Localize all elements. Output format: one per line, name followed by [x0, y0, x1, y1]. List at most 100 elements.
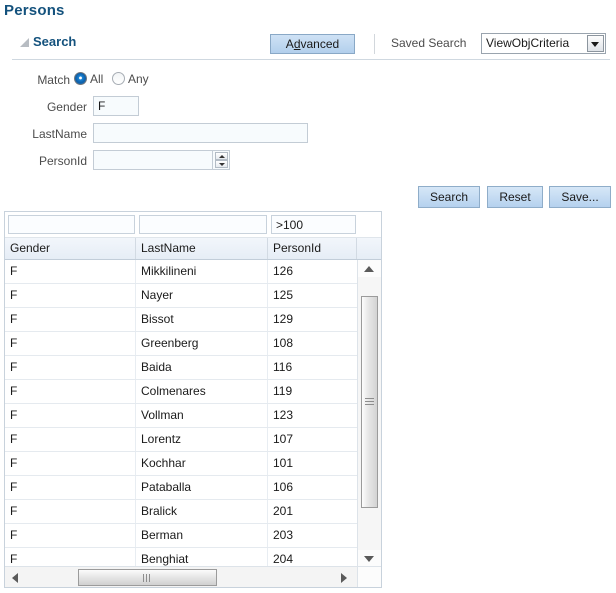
- table-row[interactable]: F Colmenares 119: [5, 380, 357, 404]
- toolbar-separator: [374, 34, 375, 54]
- table-row[interactable]: F Benghiat 204: [5, 548, 357, 567]
- table-cell: F: [5, 332, 136, 355]
- radio-match-all-label: All: [90, 72, 104, 86]
- chevron-down-icon[interactable]: [587, 35, 604, 52]
- table-cell: Lorentz: [136, 428, 268, 451]
- gender-input[interactable]: [93, 96, 139, 116]
- advanced-button-mnemonic: d: [293, 37, 301, 51]
- table-body: F Mikkilineni 126 F Nayer 125 F Bissot 129 F Green…: [5, 260, 357, 567]
- table-cell: 129: [273, 312, 294, 326]
- table-row[interactable]: F Mikkilineni 126: [5, 260, 357, 284]
- table-cell: F: [5, 380, 136, 403]
- table-row[interactable]: F Berman 203: [5, 524, 357, 548]
- filter-input-gender[interactable]: [8, 215, 135, 234]
- table-cell: Vollman: [136, 404, 268, 427]
- table-row[interactable]: F Baida 116: [5, 356, 357, 380]
- table-cell: 119: [273, 384, 293, 398]
- triangle-collapse-icon[interactable]: [20, 38, 29, 47]
- saved-search-value: ViewObjCriteria: [486, 36, 570, 50]
- table-cell: Colmenares: [136, 380, 268, 403]
- filter-input-personid[interactable]: [271, 215, 356, 234]
- table-cell: Mikkilineni: [136, 260, 268, 283]
- table-cell: F: [5, 524, 136, 547]
- search-panel-header: Search Advanced Saved Search ViewObjCrit…: [0, 30, 616, 58]
- personid-input[interactable]: [93, 150, 213, 170]
- table-cell: F: [5, 500, 136, 523]
- table-cell: 106: [273, 480, 294, 494]
- scroll-right-icon[interactable]: [335, 567, 353, 587]
- table-cell: 123: [273, 408, 294, 422]
- header-divider: [12, 59, 610, 60]
- table-cell: F: [5, 356, 136, 379]
- saved-search-select[interactable]: ViewObjCriteria: [481, 33, 606, 54]
- table-cell: F: [5, 428, 136, 451]
- match-label: Match: [37, 73, 70, 87]
- table-row[interactable]: F Bissot 129: [5, 308, 357, 332]
- horizontal-scrollbar[interactable]: [5, 566, 357, 587]
- table-row[interactable]: F Kochhar 101: [5, 452, 357, 476]
- table-cell: F: [5, 260, 136, 283]
- vertical-scrollbar[interactable]: [357, 260, 381, 567]
- table-header-row: Gender LastName PersonId: [5, 238, 381, 260]
- scroll-left-icon[interactable]: [7, 567, 25, 587]
- column-header-personid[interactable]: PersonId: [268, 238, 357, 259]
- table-cell: Greenberg: [136, 332, 268, 355]
- table-cell: F: [5, 548, 136, 567]
- reset-button[interactable]: Reset: [487, 186, 543, 208]
- table-row[interactable]: F Bralick 201: [5, 500, 357, 524]
- table-row[interactable]: F Greenberg 108: [5, 332, 357, 356]
- table-cell: 201: [273, 504, 294, 518]
- gender-label: Gender: [46, 100, 87, 114]
- table-filter-row: [5, 212, 381, 238]
- table-cell: Berman: [136, 524, 268, 547]
- radio-match-any-label: Any: [128, 72, 149, 86]
- table-cell: 101: [273, 456, 294, 470]
- table-cell: Pataballa: [136, 476, 268, 499]
- table-cell: F: [5, 452, 136, 475]
- table-cell: 107: [273, 432, 294, 446]
- table-cell: 116: [273, 360, 293, 374]
- save-button[interactable]: Save...: [549, 186, 611, 208]
- horizontal-scroll-thumb[interactable]: [78, 569, 217, 586]
- search-button[interactable]: Search: [418, 186, 480, 208]
- table-cell: F: [5, 404, 136, 427]
- table-cell: Baida: [136, 356, 268, 379]
- lastname-input[interactable]: [93, 123, 308, 143]
- table-row[interactable]: F Nayer 125: [5, 284, 357, 308]
- table-cell: 125: [273, 288, 294, 302]
- table-row[interactable]: F Vollman 123: [5, 404, 357, 428]
- radio-match-all[interactable]: [74, 72, 87, 85]
- table-cell: Benghiat: [136, 548, 268, 567]
- personid-stepper[interactable]: [213, 150, 230, 170]
- table-cell: F: [5, 308, 136, 331]
- table-scroll-corner: [357, 566, 381, 587]
- table-cell: Nayer: [136, 284, 268, 307]
- personid-label: PersonId: [38, 154, 87, 168]
- vertical-scroll-thumb[interactable]: [361, 296, 378, 508]
- saved-search-label: Saved Search: [391, 36, 467, 50]
- advanced-button-label-pre: A: [285, 37, 294, 51]
- advanced-button-label-post: vanced: [300, 37, 340, 51]
- column-header-lastname[interactable]: LastName: [136, 238, 268, 259]
- stepper-down-icon[interactable]: [215, 160, 228, 168]
- stepper-up-icon[interactable]: [215, 152, 228, 160]
- advanced-button[interactable]: Advanced: [270, 34, 355, 54]
- search-panel-title: Search: [33, 34, 77, 49]
- vertical-scroll-track[interactable]: [358, 277, 381, 550]
- table-cell: 204: [273, 552, 294, 566]
- table-cell: F: [5, 476, 136, 499]
- column-header-gender[interactable]: Gender: [5, 238, 136, 259]
- table-cell: 126: [273, 264, 294, 278]
- radio-match-any[interactable]: [112, 72, 125, 85]
- table-row[interactable]: F Lorentz 107: [5, 428, 357, 452]
- table-row[interactable]: F Pataballa 106: [5, 476, 357, 500]
- results-table: Gender LastName PersonId FMikkilineni126…: [4, 211, 382, 588]
- lastname-label: LastName: [32, 127, 87, 141]
- table-cell: F: [5, 284, 136, 307]
- scroll-grip-icon: [365, 398, 374, 407]
- table-cell: Bralick: [136, 500, 268, 523]
- scroll-up-icon[interactable]: [358, 260, 381, 277]
- scroll-down-icon[interactable]: [358, 550, 381, 567]
- scroll-grip-icon: [142, 574, 153, 582]
- filter-input-lastname[interactable]: [139, 215, 267, 234]
